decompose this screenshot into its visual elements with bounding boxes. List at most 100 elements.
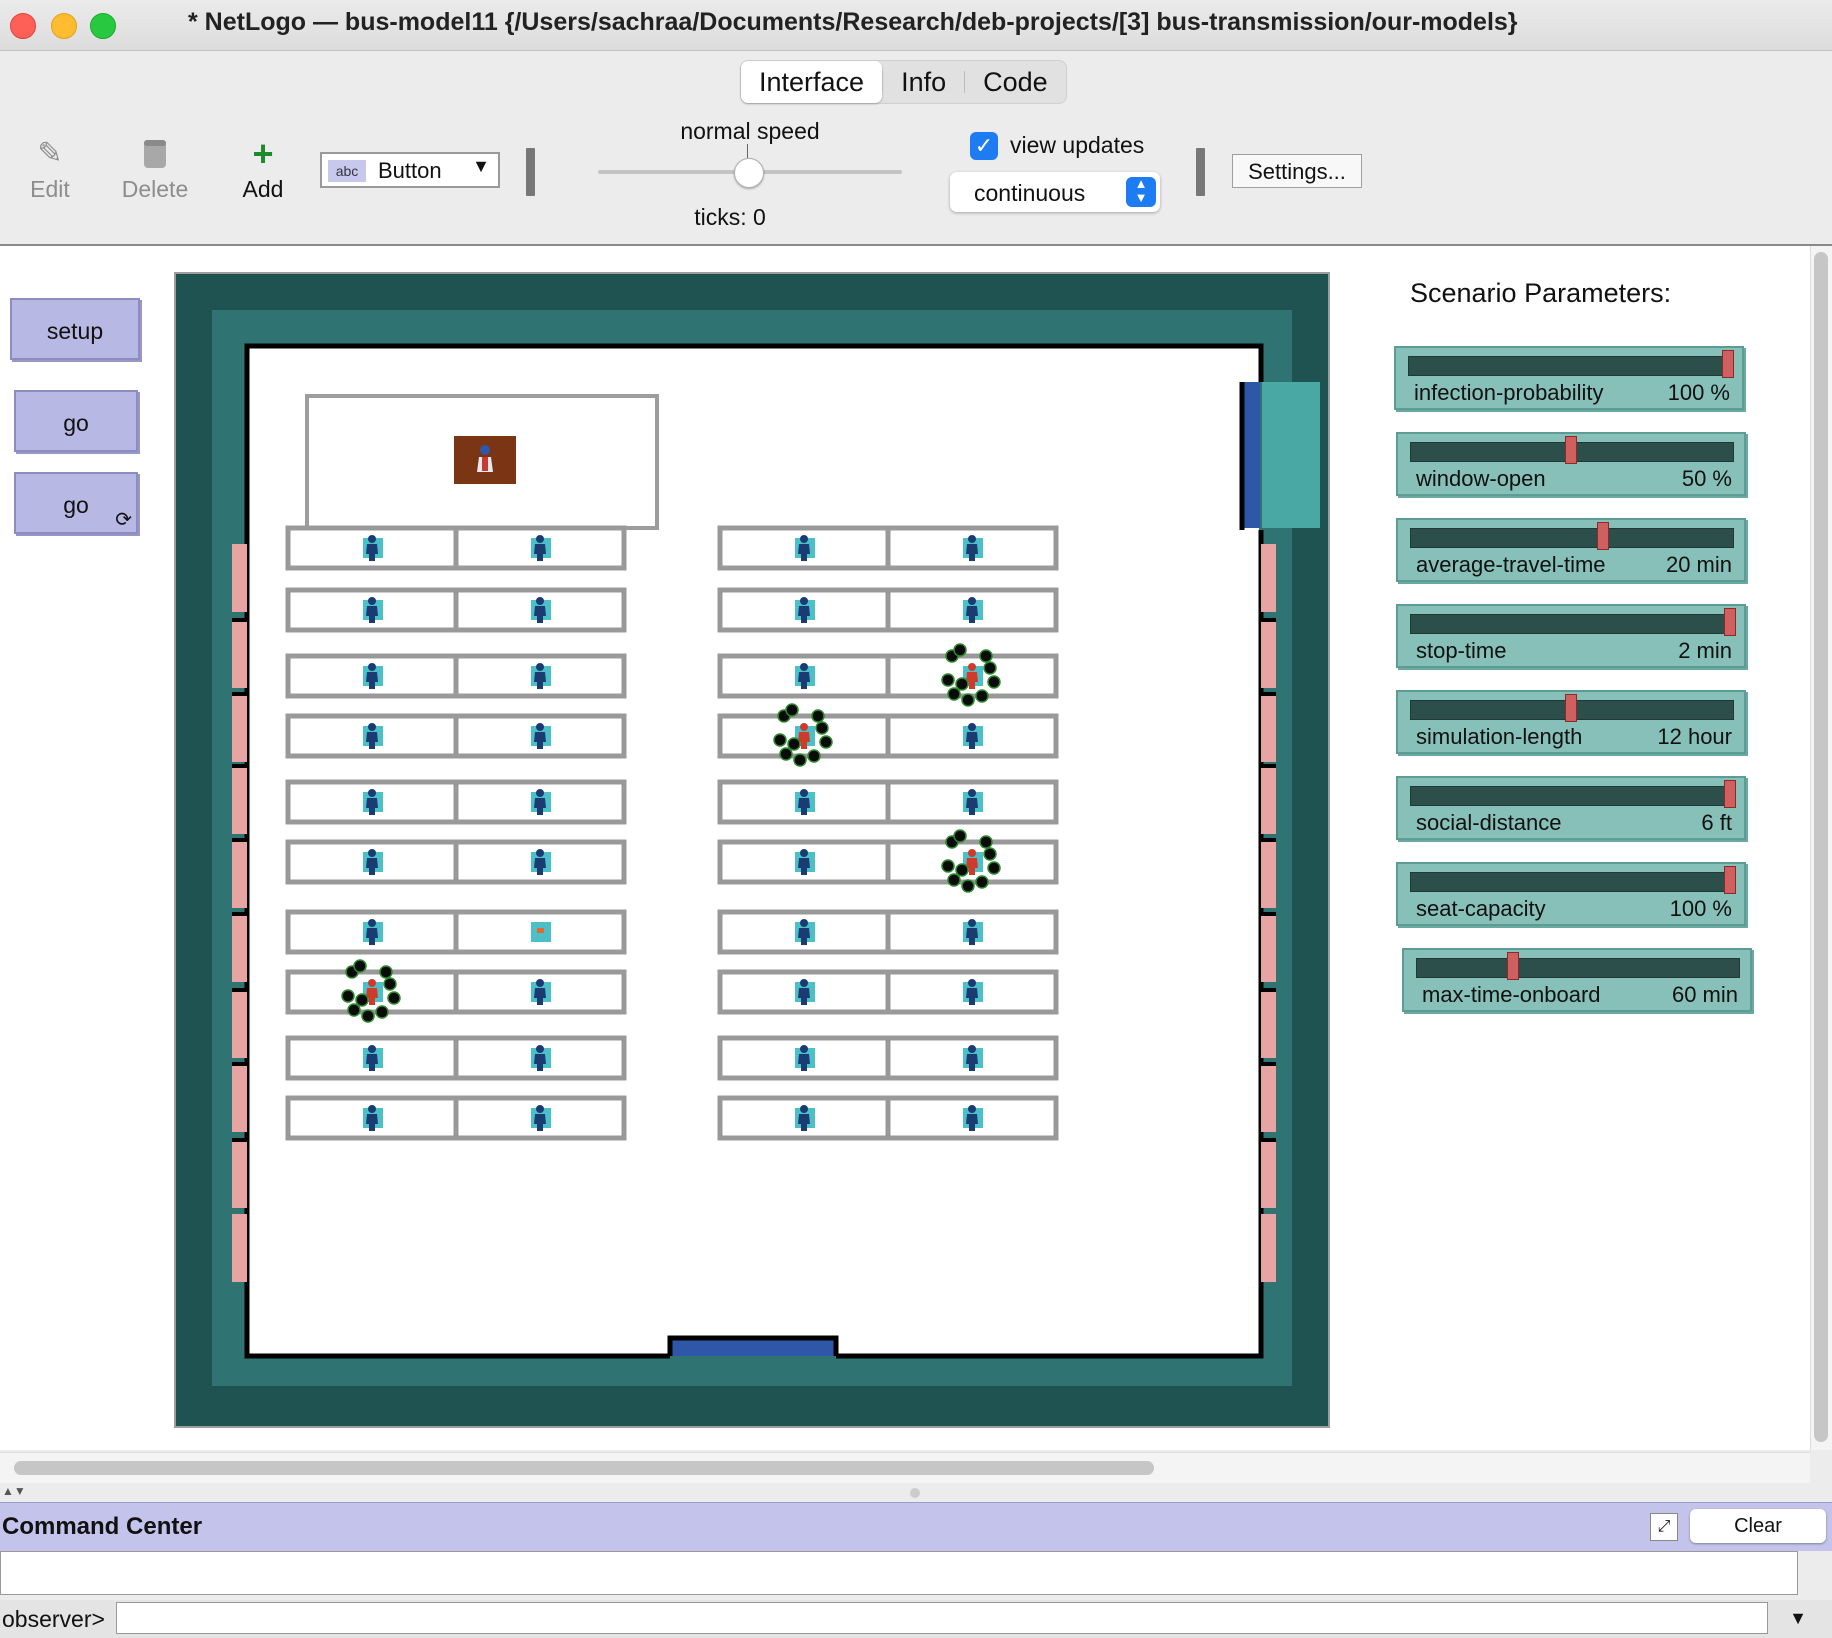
delete-label: Delete (121, 176, 189, 202)
slider-max-time-onboard[interactable]: max-time-onboard 60 min (1402, 948, 1752, 1012)
button-widget-icon: abc (328, 160, 366, 182)
passenger (531, 1045, 551, 1071)
passenger (795, 663, 815, 689)
command-center-title: Command Center (2, 1513, 203, 1540)
add-label: Add (242, 176, 284, 202)
split-pane-handle[interactable] (910, 1488, 920, 1498)
command-input[interactable] (116, 1602, 1768, 1634)
update-mode-value: continuous (974, 180, 1086, 206)
chevron-down-icon[interactable]: ▼ (1774, 1602, 1822, 1634)
slider-label: stop-time (1416, 638, 1507, 663)
toolbar: ✎ Edit Delete + Add abc Button ▼ normal … (0, 106, 1832, 246)
slider-track[interactable] (1408, 356, 1732, 376)
droplet (975, 875, 989, 889)
go-forever-label: go (63, 492, 89, 518)
slider-value: 20 min (1665, 552, 1732, 577)
minimize-window-button[interactable] (51, 13, 77, 39)
window-right (1261, 694, 1276, 762)
slider-value: 6 ft (1701, 810, 1732, 835)
slider-thumb[interactable] (1724, 866, 1736, 894)
go-once-button[interactable]: go (14, 390, 138, 452)
slider-thumb[interactable] (1724, 780, 1736, 808)
window-left (232, 840, 247, 908)
slider-thumb[interactable] (1724, 608, 1736, 636)
slider-thumb[interactable] (1507, 952, 1520, 980)
forever-loop-icon: ⟳ (115, 509, 132, 531)
slider-average-travel-time[interactable]: average-travel-time 20 min (1396, 518, 1746, 582)
slider-track[interactable] (1416, 958, 1740, 978)
droplet (375, 1005, 389, 1019)
droplet (355, 993, 369, 1007)
speed-slider-knob[interactable] (734, 158, 764, 188)
widget-type-select[interactable]: abc Button ▼ (320, 152, 500, 188)
slider-track[interactable] (1410, 614, 1734, 634)
clear-button[interactable]: Clear (1690, 1509, 1826, 1543)
droplet (955, 677, 969, 691)
passenger (363, 849, 383, 875)
slider-stop-time[interactable]: stop-time 2 min (1396, 604, 1746, 668)
tab-info[interactable]: Info (883, 61, 964, 103)
slider-window-open[interactable]: window-open 50 % (1396, 432, 1746, 496)
passenger (795, 597, 815, 623)
view-updates-checkbox[interactable]: ✓ (970, 132, 998, 160)
toolbar-divider (526, 148, 535, 196)
go-forever-button[interactable]: go ⟳ (14, 472, 138, 534)
droplet (819, 735, 833, 749)
droplet (773, 733, 787, 747)
droplet (341, 989, 355, 1003)
slider-thumb[interactable] (1565, 694, 1577, 722)
passenger (963, 789, 983, 815)
slider-seat-capacity[interactable]: seat-capacity 100 % (1396, 862, 1746, 926)
slider-track[interactable] (1410, 872, 1734, 892)
vertical-scrollbar[interactable] (1810, 246, 1832, 1450)
droplet (961, 879, 975, 893)
vertical-scrollbar-thumb[interactable] (1814, 252, 1828, 1442)
window-left (232, 694, 247, 762)
droplet (987, 861, 1001, 875)
expand-icon[interactable]: ⤢ (1650, 1513, 1678, 1541)
world-view[interactable] (174, 272, 1330, 1428)
slider-thumb[interactable] (1722, 350, 1734, 378)
slider-social-distance[interactable]: social-distance 6 ft (1396, 776, 1746, 840)
trash-icon (118, 136, 192, 172)
slider-label: seat-capacity (1416, 896, 1546, 921)
horizontal-scrollbar[interactable] (0, 1452, 1810, 1483)
setup-button[interactable]: setup (10, 298, 140, 360)
slider-track[interactable] (1410, 786, 1734, 806)
chevron-down-icon: ▼ (472, 156, 490, 176)
close-window-button[interactable] (10, 13, 36, 39)
droplet (379, 965, 393, 979)
droplet (983, 661, 997, 675)
tab-code[interactable]: Code (965, 61, 1066, 103)
passenger (531, 789, 551, 815)
delete-button[interactable]: Delete (118, 136, 192, 203)
passenger (963, 919, 983, 945)
droplet (955, 863, 969, 877)
command-center-header: Command Center ⤢ Clear (0, 1502, 1832, 1551)
slider-simulation-length[interactable]: simulation-length 12 hour (1396, 690, 1746, 754)
passenger (795, 1105, 815, 1131)
zoom-window-button[interactable] (90, 13, 116, 39)
widget-type-value: Button (378, 158, 442, 183)
tab-interface[interactable]: Interface (741, 61, 883, 103)
window-right (1261, 840, 1276, 908)
settings-button[interactable]: Settings... (1232, 154, 1362, 188)
split-pane-arrows-icon[interactable]: ▲▼ (2, 1484, 26, 1498)
droplet (983, 847, 997, 861)
speed-center-tick (747, 144, 748, 158)
slider-thumb[interactable] (1596, 522, 1609, 550)
window-right (1261, 544, 1276, 612)
command-output[interactable] (0, 1551, 1798, 1595)
passenger (363, 597, 383, 623)
horizontal-scrollbar-thumb[interactable] (14, 1461, 1154, 1475)
droplet (961, 693, 975, 707)
tab-bar: Interface Info Code (740, 60, 1067, 104)
slider-track[interactable] (1410, 528, 1734, 548)
update-mode-select[interactable]: continuous ▲ ▼ (950, 172, 1160, 212)
slider-infection-probability[interactable]: infection-probability 100 % (1394, 346, 1744, 410)
edit-button[interactable]: ✎ Edit (22, 136, 78, 203)
add-button[interactable]: + Add (236, 136, 290, 203)
droplet (975, 689, 989, 703)
slider-thumb[interactable] (1565, 436, 1577, 464)
passenger (795, 919, 815, 945)
